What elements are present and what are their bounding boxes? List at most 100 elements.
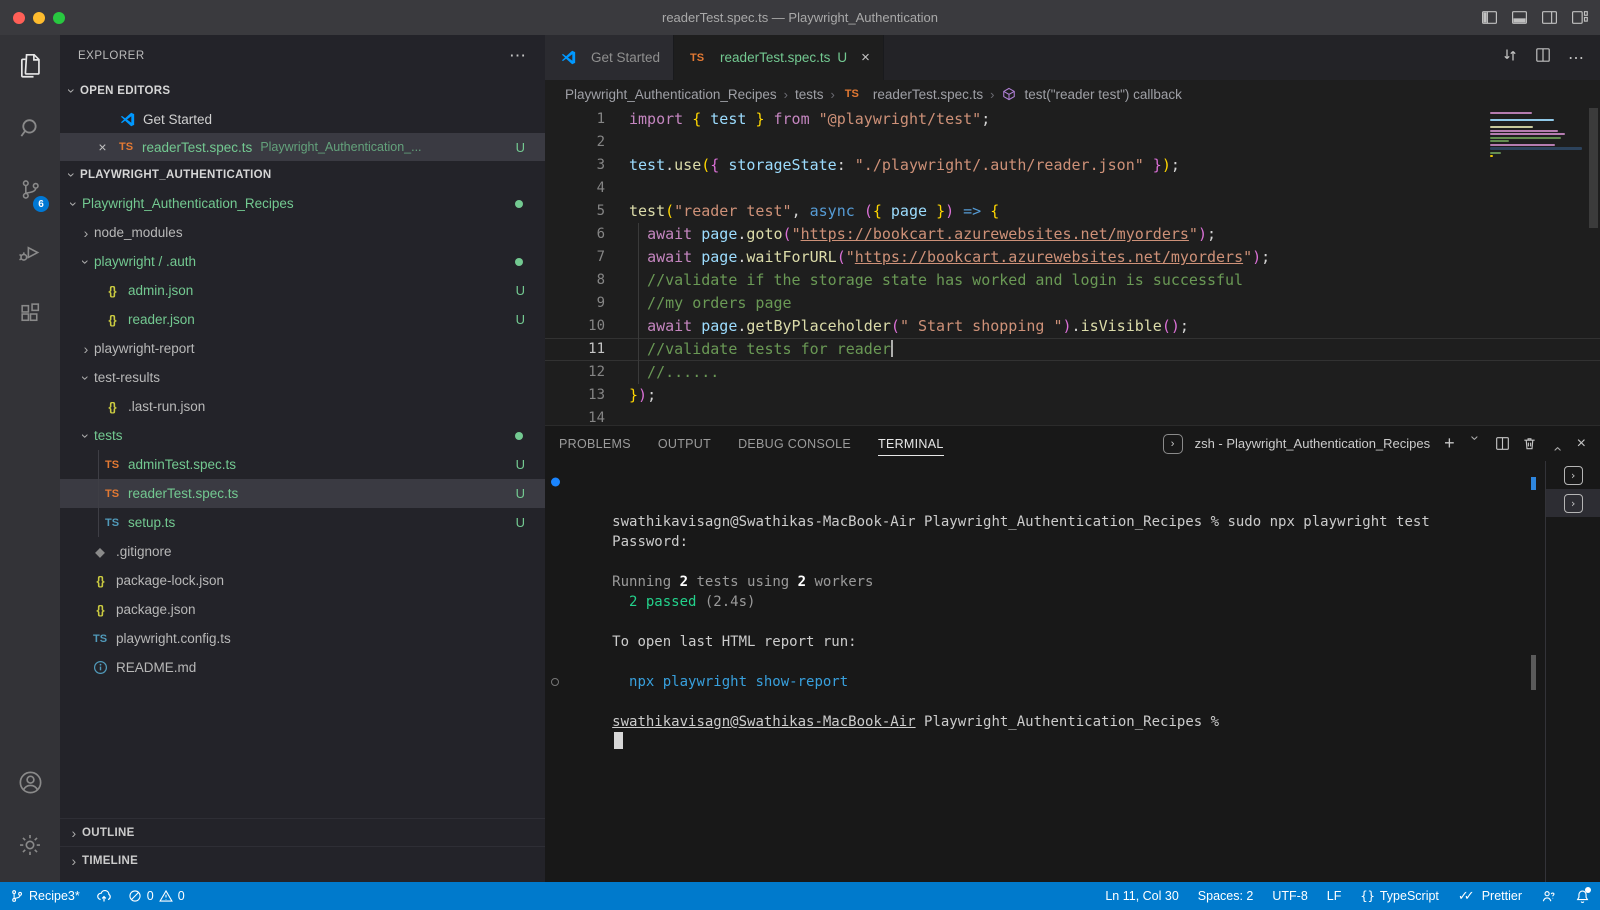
terminal[interactable]: swathikavisagn@Swathikas-MacBook-Air Pla… bbox=[545, 461, 1600, 882]
tree-item[interactable]: › playwright / .auth bbox=[60, 247, 545, 276]
split-editor-icon[interactable] bbox=[1535, 47, 1551, 68]
minimize-window-button[interactable] bbox=[33, 12, 45, 24]
git-status-badge: U bbox=[516, 457, 525, 472]
timeline-section[interactable]: › TIMELINE bbox=[60, 846, 545, 874]
status-branch[interactable]: Recipe3* bbox=[10, 889, 80, 903]
terminal-line: To open last HTML report run: bbox=[545, 592, 1600, 612]
status-eol[interactable]: LF bbox=[1327, 889, 1342, 903]
maximize-window-button[interactable] bbox=[53, 12, 65, 24]
open-editor-item[interactable]: × TS readerTest.spec.ts Playwright_Authe… bbox=[60, 133, 545, 161]
tree-item[interactable]: TS readerTest.spec.ts U bbox=[60, 479, 545, 508]
code-line: 6 await page.goto("https://bookcart.azur… bbox=[545, 223, 1600, 246]
tree-item-label: playwright / .auth bbox=[94, 254, 196, 269]
panel-tab-output[interactable]: OUTPUT bbox=[658, 426, 711, 461]
project-section-header[interactable]: › PLAYWRIGHT_AUTHENTICATION bbox=[60, 161, 545, 189]
activity-explorer[interactable] bbox=[0, 37, 60, 99]
terminal-line: Running 2 tests using 2 workers bbox=[545, 532, 1600, 552]
open-editors-header[interactable]: › OPEN EDITORS bbox=[60, 77, 545, 105]
activity-source-control[interactable]: 6 bbox=[0, 161, 60, 223]
git-status-badge: U bbox=[516, 140, 525, 155]
toggle-secondary-sidebar-icon[interactable] bbox=[1541, 9, 1558, 26]
close-icon[interactable]: × bbox=[94, 139, 111, 155]
activity-search[interactable] bbox=[0, 99, 60, 161]
minimap[interactable] bbox=[1490, 112, 1582, 162]
status-problems[interactable]: 00 bbox=[128, 889, 185, 903]
status-indentation[interactable]: Spaces: 2 bbox=[1198, 889, 1254, 903]
status-encoding[interactable]: UTF-8 bbox=[1272, 889, 1307, 903]
status-cloud-upload[interactable] bbox=[96, 888, 112, 904]
tree-item-label: .last-run.json bbox=[128, 399, 205, 414]
status-feedback[interactable] bbox=[1541, 889, 1556, 904]
tab-label: readerTest.spec.ts bbox=[720, 50, 830, 65]
line-number: 4 bbox=[545, 177, 605, 200]
code-editor[interactable]: 1 import { test } from "@playwright/test… bbox=[545, 108, 1600, 425]
activity-account[interactable] bbox=[0, 754, 60, 816]
tree-item[interactable]: {} admin.json U bbox=[60, 276, 545, 305]
tree-item[interactable]: TS setup.ts U bbox=[60, 508, 545, 537]
activity-run-debug[interactable] bbox=[0, 223, 60, 285]
terminal-selector[interactable]: zsh - Playwright_Authentication_Recipes bbox=[1195, 436, 1431, 451]
close-panel-icon[interactable]: × bbox=[1577, 435, 1586, 453]
breadcrumb-item[interactable]: tests bbox=[795, 87, 824, 102]
terminal-line: npx playwright show-report bbox=[545, 632, 1600, 652]
git-status-badge: U bbox=[837, 50, 847, 65]
command-gutter-run bbox=[551, 478, 560, 487]
terminal-instance-item[interactable]: › bbox=[1546, 489, 1600, 517]
new-terminal-icon[interactable]: + bbox=[1444, 433, 1455, 454]
panel-tab-terminal[interactable]: TERMINAL bbox=[878, 426, 944, 461]
terminal-scrollbar[interactable] bbox=[1531, 655, 1536, 690]
modified-dot bbox=[515, 200, 523, 208]
tree-item[interactable]: {} package-lock.json bbox=[60, 566, 545, 595]
tree-item[interactable]: › test-results bbox=[60, 363, 545, 392]
tree-item[interactable]: {} reader.json U bbox=[60, 305, 545, 334]
explorer-more-actions-icon[interactable]: ⋯ bbox=[509, 46, 527, 66]
open-editors-list: Get Started × TS readerTest.spec.ts Play… bbox=[60, 105, 545, 161]
tree-item[interactable]: › Playwright_Authentication_Recipes bbox=[60, 189, 545, 218]
tree-item-label: playwright-report bbox=[94, 341, 195, 356]
breadcrumb-item[interactable]: TSreaderTest.spec.ts bbox=[842, 87, 983, 102]
editor-tab[interactable]: TSreaderTest.spec.ts U × bbox=[674, 35, 884, 80]
close-window-button[interactable] bbox=[13, 12, 25, 24]
line-number: 6 bbox=[545, 223, 605, 246]
tree-item[interactable]: ◆ .gitignore bbox=[60, 537, 545, 566]
close-icon[interactable]: × bbox=[861, 49, 870, 66]
terminal-dropdown-icon[interactable]: › bbox=[1466, 436, 1483, 452]
maximize-panel-icon[interactable]: › bbox=[1548, 436, 1565, 452]
status-language[interactable]: {}TypeScript bbox=[1360, 889, 1439, 903]
activity-extensions[interactable] bbox=[0, 285, 60, 347]
panel-tab-debug-console[interactable]: DEBUG CONSOLE bbox=[738, 426, 851, 461]
editor-tab[interactable]: Get Started bbox=[545, 35, 674, 80]
code-line: 3 test.use({ storageState: "./playwright… bbox=[545, 154, 1600, 177]
tree-item[interactable]: TS playwright.config.ts bbox=[60, 624, 545, 653]
code-line: 11 //validate tests for reader bbox=[545, 338, 1600, 361]
breadcrumb-separator: › bbox=[784, 87, 788, 102]
sidebar-title: EXPLORER bbox=[78, 50, 145, 62]
open-editor-item[interactable]: Get Started bbox=[60, 105, 545, 133]
breadcrumb-item[interactable]: Playwright_Authentication_Recipes bbox=[565, 87, 777, 102]
toggle-sidebar-icon[interactable] bbox=[1481, 9, 1498, 26]
customize-layout-icon[interactable] bbox=[1571, 9, 1588, 26]
sync-arrows-icon[interactable] bbox=[1502, 47, 1518, 68]
tree-item[interactable]: README.md bbox=[60, 653, 545, 682]
status-formatter[interactable]: ✓✓Prettier bbox=[1458, 888, 1522, 904]
kill-terminal-icon[interactable] bbox=[1522, 436, 1537, 451]
outline-section[interactable]: › OUTLINE bbox=[60, 818, 545, 846]
tree-item-label: readerTest.spec.ts bbox=[128, 486, 238, 501]
terminal-instance-item[interactable]: › bbox=[1546, 461, 1600, 489]
toggle-panel-icon[interactable] bbox=[1511, 9, 1528, 26]
tree-item[interactable]: › tests bbox=[60, 421, 545, 450]
activity-settings[interactable] bbox=[0, 816, 60, 878]
tree-item[interactable]: TS adminTest.spec.ts U bbox=[60, 450, 545, 479]
tree-item[interactable]: › node_modules bbox=[60, 218, 545, 247]
status-notifications[interactable] bbox=[1575, 889, 1590, 904]
more-actions-icon[interactable]: ⋯ bbox=[1568, 48, 1584, 68]
panel-tab-problems[interactable]: PROBLEMS bbox=[559, 426, 631, 461]
tree-item[interactable]: {} package.json bbox=[60, 595, 545, 624]
tree-item[interactable]: › playwright-report bbox=[60, 334, 545, 363]
split-terminal-icon[interactable] bbox=[1495, 436, 1510, 451]
breadcrumb-item[interactable]: test("reader test") callback bbox=[1001, 87, 1181, 102]
editor-scrollbar[interactable] bbox=[1586, 108, 1600, 425]
tree-item[interactable]: {} .last-run.json bbox=[60, 392, 545, 421]
chevron-down-icon: › bbox=[78, 254, 94, 270]
status-cursor-position[interactable]: Ln 11, Col 30 bbox=[1105, 889, 1178, 903]
